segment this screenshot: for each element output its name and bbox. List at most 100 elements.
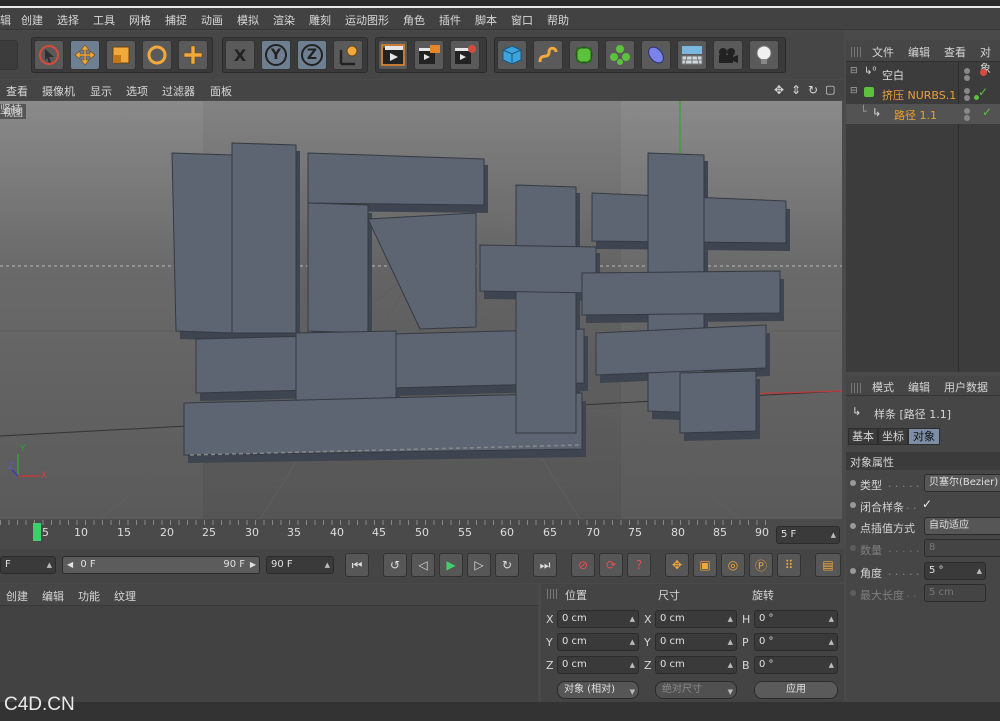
animate-dot[interactable] (850, 590, 856, 596)
coord-mode-select[interactable]: 对象 (相对) ▼ (557, 681, 639, 699)
go-to-end-button[interactable]: ⏭ (533, 553, 557, 577)
rotation-p-field[interactable]: 0 ° ▲▼ (754, 633, 838, 651)
menu-mesh[interactable]: 网格 (129, 12, 151, 28)
y-axis-lock-button[interactable]: Y (261, 40, 291, 70)
tab-object[interactable]: 对象 (908, 428, 940, 445)
max-length-field[interactable]: 5 cm (924, 584, 986, 602)
array-button[interactable] (605, 40, 635, 70)
perspective-viewport[interactable]: 视图 坚持 Y Z X (0, 101, 842, 519)
checkmark-icon[interactable]: ✓ (978, 85, 988, 99)
prev-key-button[interactable]: ↺ (383, 553, 407, 577)
timeline-window-button[interactable]: ▤ (815, 553, 841, 577)
apply-button[interactable]: 应用 (754, 681, 838, 699)
viewport-rotate-icon[interactable]: ↻ (808, 83, 818, 97)
viewport-menu-camera[interactable]: 摄像机 (42, 83, 75, 99)
number-field[interactable]: 8 (924, 539, 1000, 557)
menu-render[interactable]: 渲染 (273, 12, 295, 28)
cube-object-button[interactable] (497, 40, 527, 70)
preview-range-slider[interactable]: ◀ 0 F 90 F ▶ (62, 556, 260, 574)
animate-dot[interactable] (850, 523, 856, 529)
position-x-field[interactable]: 0 cm ▲▼ (557, 610, 639, 628)
coordinate-system-button[interactable] (333, 40, 363, 70)
go-to-start-button[interactable]: ⏮ (345, 553, 369, 577)
current-frame-field[interactable]: 5 F ▲▼ (776, 526, 840, 544)
viewport-menu-display[interactable]: 显示 (90, 83, 112, 99)
key-pla-button[interactable]: ⠿ (777, 553, 801, 577)
viewport-dolly-icon[interactable]: ⇕ (791, 83, 801, 97)
rotate-button[interactable] (142, 40, 172, 70)
menu-sculpt[interactable]: 雕刻 (309, 12, 331, 28)
key-param-button[interactable]: Ⓟ (749, 553, 773, 577)
checkmark-icon[interactable]: ✓ (982, 105, 992, 119)
size-x-field[interactable]: 0 cm ▲▼ (655, 610, 737, 628)
timeline-playhead[interactable] (33, 523, 41, 541)
live-select-button[interactable] (34, 40, 64, 70)
animate-dot[interactable] (850, 480, 856, 486)
menu-window[interactable]: 窗口 (511, 12, 533, 28)
timeline-ruler[interactable]: 5 10 15 20 25 30 35 40 45 50 55 60 65 70… (0, 520, 844, 548)
record-key-button[interactable]: ⊘ (571, 553, 595, 577)
attr-menu-userdata[interactable]: 用户数据 (944, 379, 988, 395)
subdivision-surface-button[interactable] (569, 40, 599, 70)
viewport-maximize-icon[interactable]: ▢ (825, 83, 835, 96)
editor-visibility-dot[interactable] (964, 68, 970, 74)
floor-button[interactable] (677, 40, 707, 70)
key-selection-button[interactable]: ? (627, 553, 651, 577)
render-picture-viewer-button[interactable] (414, 40, 444, 70)
menu-mograph[interactable]: 运动图形 (345, 12, 389, 28)
size-y-field[interactable]: 0 cm ▲▼ (655, 633, 737, 651)
attr-menu-mode[interactable]: 模式 (872, 379, 894, 395)
position-y-field[interactable]: 0 cm ▲▼ (557, 633, 639, 651)
menu-character[interactable]: 角色 (403, 12, 425, 28)
editor-visibility-dot[interactable] (964, 108, 970, 114)
camera-button[interactable] (713, 40, 743, 70)
tab-coords[interactable]: 坐标 (878, 428, 908, 445)
animate-dot[interactable] (850, 568, 856, 574)
material-menu-edit[interactable]: 编辑 (42, 588, 64, 604)
obj-menu-file[interactable]: 文件 (872, 44, 894, 60)
object-row-path[interactable]: └ ↳ 路径 1.1 ✓ (846, 104, 1000, 124)
start-frame-field[interactable]: F ▲▼ (0, 556, 56, 574)
render-visibility-dot[interactable] (964, 95, 970, 101)
viewport-menu-options[interactable]: 选项 (126, 83, 148, 99)
animate-dot[interactable] (850, 502, 856, 508)
menu-simulate[interactable]: 模拟 (237, 12, 259, 28)
angle-field[interactable]: 5 ° ▲▼ (924, 562, 986, 580)
rotation-b-field[interactable]: 0 ° ▲▼ (754, 656, 838, 674)
spline-pen-button[interactable] (533, 40, 563, 70)
render-settings-button[interactable] (450, 40, 480, 70)
menu-script[interactable]: 脚本 (475, 12, 497, 28)
undo-button[interactable] (0, 40, 18, 70)
menu-create[interactable]: 创建 (21, 12, 43, 28)
menu-select[interactable]: 选择 (57, 12, 79, 28)
menu-snap[interactable]: 捕捉 (165, 12, 187, 28)
menu-plugins[interactable]: 插件 (439, 12, 461, 28)
attr-menu-edit[interactable]: 编辑 (908, 379, 930, 395)
editor-visibility-dot[interactable] (964, 88, 970, 94)
key-rotation-button[interactable]: ◎ (721, 553, 745, 577)
closed-spline-checkbox[interactable]: ✓ (922, 497, 932, 511)
menu-edit[interactable]: 辑 (0, 12, 11, 28)
animate-dot[interactable] (850, 545, 856, 551)
material-menu-function[interactable]: 功能 (78, 588, 100, 604)
play-button[interactable]: ▶ (439, 553, 463, 577)
menu-animate[interactable]: 动画 (201, 12, 223, 28)
viewport-move-icon[interactable]: ✥ (774, 83, 784, 97)
recent-tool-button[interactable] (178, 40, 208, 70)
key-scale-button[interactable]: ▣ (693, 553, 717, 577)
z-axis-lock-button[interactable]: Z (297, 40, 327, 70)
viewport-menu-view[interactable]: 查看 (6, 83, 28, 99)
position-z-field[interactable]: 0 cm ▲▼ (557, 656, 639, 674)
viewport-menu-filter[interactable]: 过滤器 (162, 83, 195, 99)
interpolation-select[interactable]: 自动适应 (924, 517, 1000, 535)
obj-menu-view[interactable]: 查看 (944, 44, 966, 60)
prev-frame-button[interactable]: ◁ (411, 553, 435, 577)
deformer-button[interactable] (641, 40, 671, 70)
obj-menu-edit[interactable]: 编辑 (908, 44, 930, 60)
tab-basic[interactable]: 基本 (848, 428, 878, 445)
auto-key-button[interactable]: ⟳ (599, 553, 623, 577)
material-menu-create[interactable]: 创建 (6, 588, 28, 604)
render-visibility-dot[interactable] (964, 115, 970, 121)
move-button[interactable] (70, 40, 100, 70)
size-z-field[interactable]: 0 cm ▲▼ (655, 656, 737, 674)
